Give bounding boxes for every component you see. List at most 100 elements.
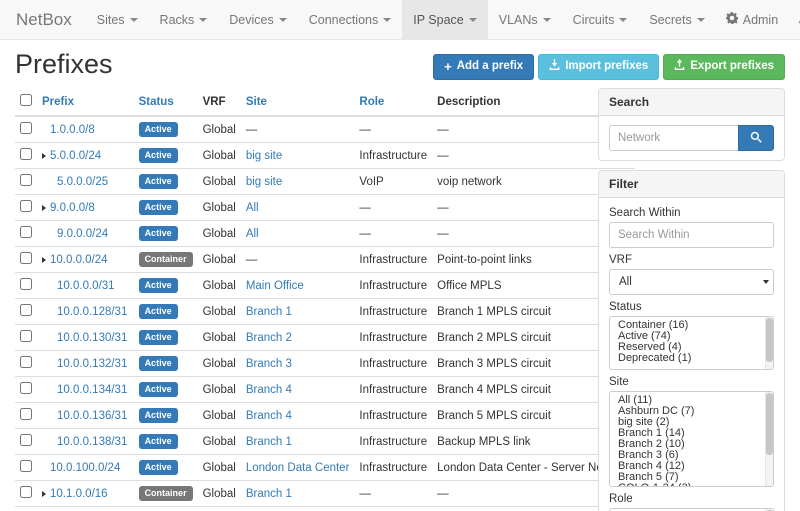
prefix-link[interactable]: 5.0.0.0/24	[50, 150, 101, 162]
site-link[interactable]: big site	[246, 176, 282, 188]
nav-item-admin[interactable]: Admin	[716, 0, 788, 39]
search-button[interactable]	[738, 125, 774, 151]
row-checkbox[interactable]	[20, 278, 32, 290]
listbox-option[interactable]: Branch 5 (7)	[610, 472, 773, 483]
site-link[interactable]: big site	[246, 150, 282, 162]
nav-item-vlans[interactable]: VLANs	[488, 0, 562, 39]
prefix-link[interactable]: 10.0.0.128/31	[57, 306, 127, 318]
site-link[interactable]: Branch 3	[246, 358, 292, 370]
search-within-input[interactable]	[609, 222, 774, 248]
nav-item-secrets[interactable]: Secrets	[638, 0, 715, 39]
nav-item-sites[interactable]: Sites	[86, 0, 149, 39]
row-checkbox[interactable]	[20, 122, 32, 134]
listbox-option[interactable]: Reserved (4)	[610, 342, 773, 353]
site-link[interactable]: Branch 1	[246, 436, 292, 448]
listbox-option[interactable]: Active (74)	[610, 331, 773, 342]
column-header-prefix[interactable]: Prefix	[42, 96, 74, 108]
prefix-link[interactable]: 9.0.0.0/8	[50, 202, 95, 214]
prefix-link[interactable]: 10.0.0.134/31	[57, 384, 127, 396]
site-link[interactable]: Branch 1	[246, 488, 292, 500]
nav-item-circuits[interactable]: Circuits	[562, 0, 639, 39]
row-checkbox[interactable]	[20, 434, 32, 446]
column-header-site[interactable]: Site	[246, 96, 267, 108]
column-header-role[interactable]: Role	[359, 96, 384, 108]
import-prefixes-label: Import prefixes	[565, 60, 648, 74]
role-value: Infrastructure	[359, 332, 427, 344]
description-value: Office MPLS	[437, 280, 501, 292]
vrf-select[interactable]: All	[609, 269, 774, 295]
search-panel-title: Search	[599, 89, 784, 116]
table-row: 10.0.0.138/31ActiveGlobalBranch 1Infrast…	[15, 429, 635, 455]
row-checkbox[interactable]	[20, 148, 32, 160]
nav-item-devices[interactable]: Devices	[218, 0, 297, 39]
site-link[interactable]: Main Office	[246, 280, 304, 292]
status-badge: Active	[139, 304, 178, 319]
row-checkbox[interactable]	[20, 460, 32, 472]
listbox-option[interactable]: Container (16)	[610, 320, 773, 331]
row-checkbox[interactable]	[20, 304, 32, 316]
prefix-link[interactable]: 10.0.0.0/24	[50, 254, 108, 266]
brand[interactable]: NetBox	[0, 0, 86, 39]
site-link[interactable]: London Data Center	[246, 462, 350, 474]
row-checkbox[interactable]	[20, 174, 32, 186]
nav-item-label: IP Space	[413, 13, 464, 27]
export-prefixes-button[interactable]: Export prefixes	[663, 54, 785, 80]
search-input[interactable]	[609, 125, 738, 151]
description-value: Branch 5 MPLS circuit	[437, 410, 551, 422]
select-all-checkbox[interactable]	[20, 94, 32, 106]
prefix-link[interactable]: 10.0.0.0/31	[57, 280, 115, 292]
listbox-option[interactable]: Branch 3 (6)	[610, 450, 773, 461]
empty-value: —	[437, 228, 449, 240]
prefix-link[interactable]: 10.1.0.0/16	[50, 488, 108, 500]
status-badge: Container	[139, 486, 193, 501]
listbox-option[interactable]: big site (2)	[610, 417, 773, 428]
prefix-link[interactable]: 10.0.100.0/24	[50, 462, 120, 474]
prefix-link[interactable]: 9.0.0.0/24	[57, 228, 108, 240]
prefix-link[interactable]: 10.0.0.138/31	[57, 436, 127, 448]
scrollbar-thumb[interactable]	[766, 318, 773, 362]
prefix-link[interactable]: 5.0.0.0/25	[57, 176, 108, 188]
listbox-option[interactable]: Branch 4 (12)	[610, 461, 773, 472]
vrf-value: Global	[203, 306, 236, 318]
sidebar: Search Filter Search Within	[598, 88, 785, 511]
row-checkbox[interactable]	[20, 330, 32, 342]
row-checkbox[interactable]	[20, 226, 32, 238]
row-checkbox[interactable]	[20, 408, 32, 420]
prefix-link[interactable]: 10.0.0.132/31	[57, 358, 127, 370]
prefix-link[interactable]: 10.0.0.130/31	[57, 332, 127, 344]
table-header-row: Prefix Status VRF Site Role Description	[15, 88, 635, 116]
nav-item-profile[interactable]: Profile	[788, 0, 800, 39]
add-prefix-button[interactable]: + Add a prefix	[433, 54, 534, 80]
row-checkbox[interactable]	[20, 200, 32, 212]
column-header-vrf: VRF	[203, 96, 226, 108]
row-checkbox[interactable]	[20, 382, 32, 394]
site-link[interactable]: Branch 4	[246, 384, 292, 396]
listbox-option[interactable]: COLO-1-24 (3)	[610, 483, 773, 487]
import-prefixes-button[interactable]: Import prefixes	[538, 54, 659, 80]
listbox-option[interactable]: Ashburn DC (7)	[610, 406, 773, 417]
prefix-link[interactable]: 10.0.0.136/31	[57, 410, 127, 422]
nav-item-ip-space[interactable]: IP Space	[402, 0, 488, 39]
role-filter-label: Role	[609, 493, 774, 505]
row-checkbox[interactable]	[20, 486, 32, 498]
listbox-option[interactable]: Branch 1 (14)	[610, 428, 773, 439]
site-link[interactable]: Branch 4	[246, 410, 292, 422]
listbox-option[interactable]: Branch 2 (10)	[610, 439, 773, 450]
listbox-option[interactable]: Deprecated (1)	[610, 353, 773, 364]
nav-item-racks[interactable]: Racks	[149, 0, 219, 39]
column-header-status[interactable]: Status	[139, 96, 174, 108]
listbox-option[interactable]: All (11)	[610, 395, 773, 406]
status-filter-label: Status	[609, 301, 774, 313]
prefix-link[interactable]: 1.0.0.0/8	[50, 124, 95, 136]
row-checkbox[interactable]	[20, 356, 32, 368]
site-link[interactable]: Branch 2	[246, 332, 292, 344]
nav-item-connections[interactable]: Connections	[298, 0, 403, 39]
table-row: 10.1.0.0/24ContainerGlobalBranch 1Infras…	[15, 507, 635, 511]
table-row: 10.0.0.130/31ActiveGlobalBranch 2Infrast…	[15, 325, 635, 351]
scrollbar-thumb[interactable]	[766, 393, 773, 455]
site-link[interactable]: All	[246, 228, 259, 240]
row-checkbox[interactable]	[20, 252, 32, 264]
site-link[interactable]: Branch 1	[246, 306, 292, 318]
import-icon	[549, 59, 560, 75]
site-link[interactable]: All	[246, 202, 259, 214]
